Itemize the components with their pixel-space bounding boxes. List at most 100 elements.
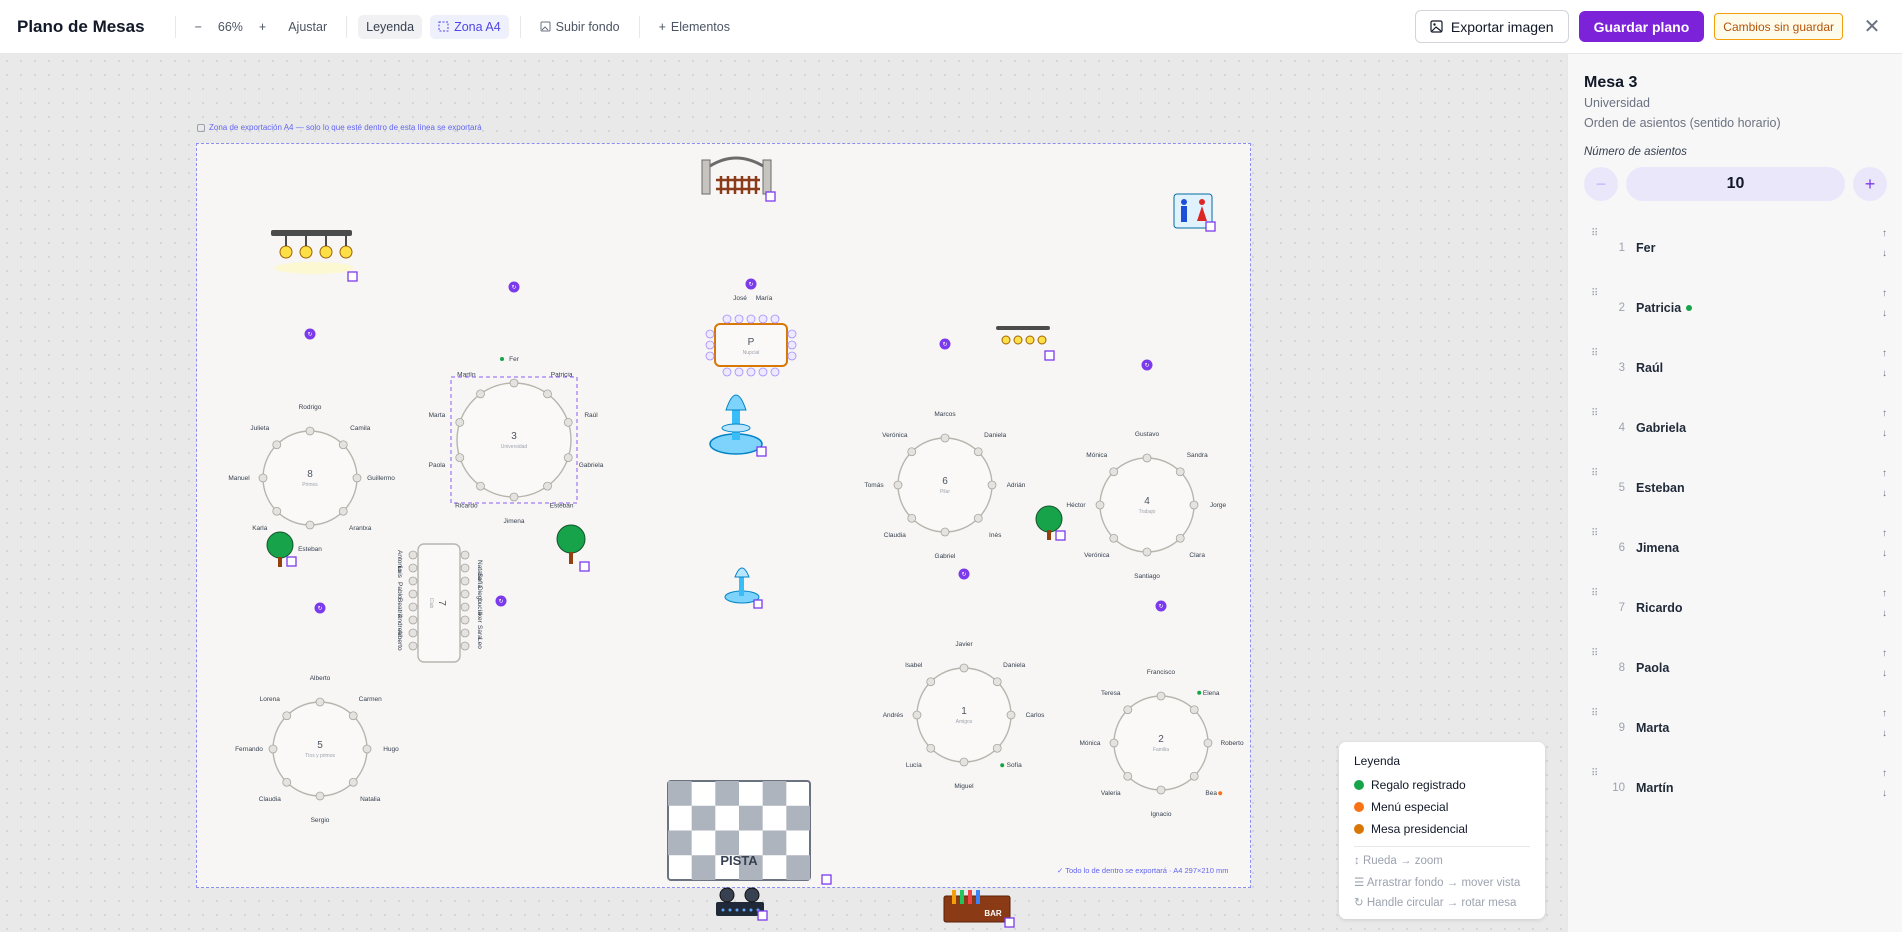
seat[interactable] (408, 628, 418, 638)
seat[interactable] (408, 550, 418, 560)
guest-name[interactable]: Raúl (1636, 361, 1663, 375)
move-down-icon[interactable]: ↓ (1882, 668, 1887, 679)
move-down-icon[interactable]: ↓ (1882, 308, 1887, 319)
seat[interactable] (460, 602, 470, 612)
guest-row[interactable]: ⠿ 2 Patricia ↑ ↓ (1576, 278, 1895, 338)
move-up-icon[interactable]: ↑ (1882, 648, 1887, 659)
drag-handle-icon[interactable]: ⠿ (1591, 288, 1598, 299)
seat[interactable] (1006, 710, 1016, 720)
dj-booth-icon[interactable] (716, 887, 768, 921)
close-icon[interactable]: ✕ (1859, 14, 1885, 39)
table-5[interactable]: 5 Tíos y primos Alberto Carmen Hugo Natalia Se… (235, 602, 399, 825)
increase-seats-button[interactable]: + (1853, 167, 1887, 201)
drag-handle-icon[interactable]: ⠿ (1591, 708, 1598, 719)
guest-row[interactable]: ⠿ 5 Esteban ↑ ↓ (1576, 458, 1895, 518)
tree-icon[interactable] (1035, 505, 1066, 541)
seat[interactable] (973, 513, 983, 523)
move-down-icon[interactable]: ↓ (1882, 788, 1887, 799)
seat[interactable] (1109, 467, 1119, 477)
move-down-icon[interactable]: ↓ (1882, 368, 1887, 379)
fountain-icon[interactable] (724, 567, 763, 609)
tree-icon[interactable] (266, 531, 297, 567)
dance-floor[interactable]: PISTA (667, 780, 832, 885)
seat[interactable] (926, 677, 936, 687)
seat[interactable] (1175, 533, 1185, 543)
table-4[interactable]: 4 Trabajo Gustavo Sandra Jorge Clara Santiago V… (1066, 359, 1227, 581)
seat[interactable] (455, 453, 465, 463)
move-up-icon[interactable]: ↑ (1882, 288, 1887, 299)
drag-handle-icon[interactable]: ⠿ (1591, 468, 1598, 479)
move-up-icon[interactable]: ↑ (1882, 348, 1887, 359)
seat-count-value[interactable]: 10 (1626, 167, 1845, 201)
seat[interactable] (746, 367, 756, 377)
zone-a4-toggle[interactable]: Zona A4 (430, 14, 509, 39)
seat[interactable] (362, 744, 372, 754)
guest-row[interactable]: ⠿ 8 Paola ↑ ↓ (1576, 638, 1895, 698)
seat[interactable] (305, 520, 315, 530)
seat[interactable] (408, 641, 418, 651)
drag-handle-icon[interactable]: ⠿ (1591, 348, 1598, 359)
seat[interactable] (460, 615, 470, 625)
guest-name[interactable]: Martín (1636, 781, 1674, 795)
drag-handle-icon[interactable]: ⠿ (1591, 228, 1598, 239)
seat[interactable] (476, 481, 485, 491)
floor-plan-canvas[interactable]: Zona de exportación A4 — solo lo que est… (0, 54, 1567, 932)
seat[interactable] (734, 367, 744, 377)
seat[interactable] (959, 663, 969, 673)
seat[interactable] (408, 576, 418, 586)
guest-name[interactable]: Ricardo (1636, 601, 1683, 615)
seat[interactable] (1142, 547, 1152, 557)
bar-icon[interactable]: BAR (943, 890, 1015, 928)
fountain-icon[interactable] (709, 394, 767, 457)
seat[interactable] (408, 563, 418, 573)
drag-handle-icon[interactable]: ⠿ (1591, 648, 1598, 659)
restroom-icon[interactable] (1173, 193, 1216, 232)
seat[interactable] (992, 677, 1002, 687)
zoom-in-button[interactable]: + (251, 15, 274, 39)
seat[interactable] (973, 447, 983, 457)
guest-name[interactable]: Paola (1636, 661, 1669, 675)
seat[interactable] (992, 743, 1002, 753)
table-7[interactable]: 7ClubNataliaSofíaDiegoLucíaIkerSaraLeoAn… (396, 543, 507, 663)
seat[interactable] (1109, 738, 1119, 748)
seat[interactable] (770, 367, 780, 377)
guest-row[interactable]: ⠿ 1 Fer ↑ ↓ (1576, 218, 1895, 278)
zoom-out-button[interactable]: − (187, 15, 210, 39)
guest-row[interactable]: ⠿ 3 Raúl ↑ ↓ (1576, 338, 1895, 398)
table-3[interactable]: 3 Universidad Fer Patricia Raúl Gabriela Esteb… (429, 281, 604, 526)
seat[interactable] (912, 710, 922, 720)
seat[interactable] (460, 628, 470, 638)
seat[interactable] (705, 351, 715, 361)
seat[interactable] (563, 453, 573, 463)
guest-name[interactable]: Esteban (1636, 481, 1685, 495)
seat[interactable] (338, 440, 348, 450)
drag-handle-icon[interactable]: ⠿ (1591, 768, 1598, 779)
guest-row[interactable]: ⠿ 9 Marta ↑ ↓ (1576, 698, 1895, 758)
fit-button[interactable]: Ajustar (280, 15, 335, 39)
move-down-icon[interactable]: ↓ (1882, 728, 1887, 739)
legend-toggle[interactable]: Leyenda (358, 14, 423, 39)
entrance-arch-icon[interactable] (701, 156, 776, 202)
seat[interactable] (543, 481, 552, 491)
seat[interactable] (338, 506, 348, 516)
seat[interactable] (563, 417, 573, 427)
seat[interactable] (460, 550, 470, 560)
seat[interactable] (1189, 771, 1199, 781)
seat[interactable] (348, 777, 358, 787)
seat[interactable] (315, 791, 325, 801)
seat[interactable] (758, 367, 768, 377)
seat[interactable] (408, 615, 418, 625)
move-down-icon[interactable]: ↓ (1882, 608, 1887, 619)
table-6[interactable]: 6 Pilar Marcos Daniela Adrián Inés Gabriel Clau… (864, 338, 1026, 561)
move-down-icon[interactable]: ↓ (1882, 548, 1887, 559)
table-1[interactable]: 1 Amigos Javier Daniela Carlos Sofía Miguel Luc… (883, 568, 1045, 791)
seat[interactable] (509, 492, 519, 502)
seat[interactable] (460, 641, 470, 651)
seat[interactable] (348, 711, 358, 721)
seat[interactable] (770, 314, 780, 324)
seat[interactable] (1095, 500, 1105, 510)
seat[interactable] (258, 473, 268, 483)
seat[interactable] (787, 340, 797, 350)
seat[interactable] (282, 711, 292, 721)
drag-handle-icon[interactable]: ⠿ (1591, 528, 1598, 539)
